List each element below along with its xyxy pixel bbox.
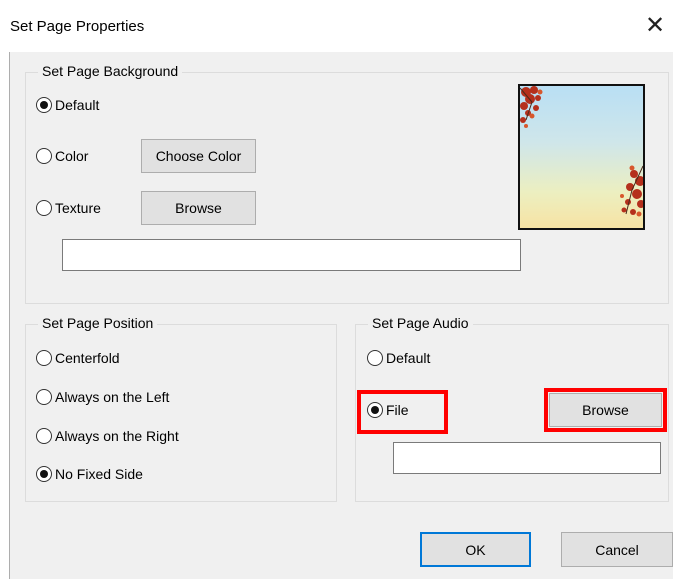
cancel-button[interactable]: Cancel [561,532,673,567]
audio-file-label: File [386,402,409,418]
audio-browse-button[interactable]: Browse [549,393,662,427]
position-group-legend: Set Page Position [38,315,158,331]
background-group-legend: Set Page Background [38,63,183,79]
window-left-border [0,52,10,579]
position-left-radio[interactable]: Always on the Left [36,389,169,405]
background-color-radio[interactable]: Color [36,148,88,164]
dialog-title: Set Page Properties [10,18,145,35]
background-default-label: Default [55,97,100,113]
radio-circle [36,350,52,366]
audio-group-legend: Set Page Audio [368,315,473,331]
position-centerfold-radio[interactable]: Centerfold [36,350,120,366]
position-none-label: No Fixed Side [55,466,143,482]
radio-circle [367,350,383,366]
radio-circle [36,97,52,113]
audio-file-path-field[interactable] [393,442,661,474]
close-icon[interactable]: ✕ [643,13,667,38]
choose-color-button[interactable]: Choose Color [141,139,256,173]
audio-default-radio[interactable]: Default [367,350,430,366]
background-preview-image [518,84,645,230]
position-left-label: Always on the Left [55,389,170,405]
radio-circle [36,389,52,405]
radio-dot [371,406,379,414]
position-right-radio[interactable]: Always on the Right [36,428,179,444]
position-right-label: Always on the Right [55,428,179,444]
radio-dot [40,470,48,478]
radio-circle [36,200,52,216]
background-color-label: Color [55,148,89,164]
radio-circle [36,466,52,482]
ok-button[interactable]: OK [420,532,531,567]
audio-default-label: Default [386,350,431,366]
background-default-radio[interactable]: Default [36,97,99,113]
set-page-properties-dialog: Set Page Properties ✕ Set Page Backgroun… [0,0,673,579]
radio-dot [40,101,48,109]
autumn-leaves-icon [520,86,643,217]
position-none-radio[interactable]: No Fixed Side [36,466,143,482]
radio-circle [36,148,52,164]
texture-browse-button[interactable]: Browse [141,191,256,225]
title-bar: Set Page Properties ✕ [0,0,673,52]
background-texture-radio[interactable]: Texture [36,200,101,216]
audio-file-radio[interactable]: File [367,402,409,418]
radio-circle [36,428,52,444]
radio-circle [367,402,383,418]
background-texture-label: Texture [55,200,101,216]
position-centerfold-label: Centerfold [55,350,120,366]
texture-path-field[interactable] [62,239,521,271]
